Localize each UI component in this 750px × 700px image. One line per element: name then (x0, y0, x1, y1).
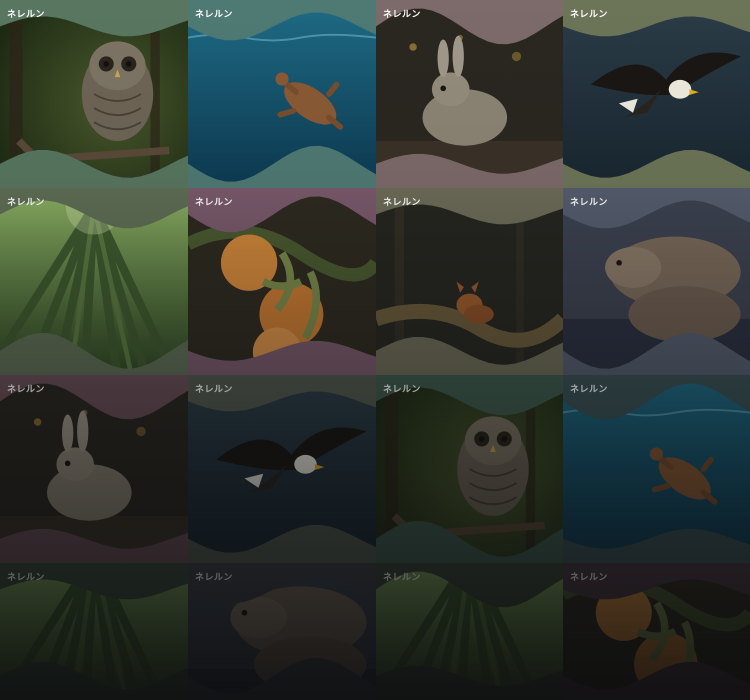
gallery-tile-owl[interactable]: ネレルン (0, 0, 188, 188)
wave-bottom-decoration (563, 528, 750, 563)
gallery-tile-bamboo[interactable]: ネレルン (0, 188, 188, 375)
wave-bottom-decoration (376, 521, 563, 563)
gallery-tile-owl[interactable]: ネレルン (376, 375, 563, 563)
tile-label: ネレルン (383, 573, 421, 583)
tile-label: ネレルン (195, 385, 233, 395)
tile-label: ネレルン (195, 10, 233, 20)
gallery-tile-bamboo[interactable]: ネレルン (0, 563, 188, 700)
wave-bottom-decoration (0, 333, 188, 375)
wave-bottom-decoration (376, 337, 563, 375)
wave-bottom-decoration (188, 145, 376, 188)
tile-label: ネレルン (383, 198, 421, 208)
wave-bottom-decoration (188, 524, 376, 563)
gallery-tile-oranges[interactable]: ネレルン (563, 563, 750, 700)
tile-label: ネレルン (195, 573, 233, 583)
photo-gallery-grid: ネレルン ネレルン ネレルン ネレルン ネレルン ネレルン ネレルン ネレルン … (0, 0, 750, 700)
wave-bottom-decoration (0, 528, 188, 563)
gallery-tile-turtle[interactable]: ネレルン (188, 0, 376, 188)
wave-bottom-decoration (563, 661, 750, 700)
tile-label: ネレルン (7, 573, 45, 583)
wave-bottom-decoration (0, 662, 188, 700)
gallery-tile-fox[interactable]: ネレルン (376, 188, 563, 375)
wave-bottom-decoration (376, 665, 563, 700)
tile-label: ネレルン (570, 573, 608, 583)
tile-label: ネレルン (195, 198, 233, 208)
wave-bottom-decoration (188, 657, 376, 700)
tile-label: ネレルン (570, 198, 608, 208)
gallery-tile-rabbit[interactable]: ネレルン (0, 375, 188, 563)
tile-label: ネレルン (383, 10, 421, 20)
tile-label: ネレルン (570, 10, 608, 20)
wave-bottom-decoration (563, 149, 750, 188)
gallery-tile-turtle[interactable]: ネレルン (563, 375, 750, 563)
gallery-tile-otters[interactable]: ネレルン (188, 563, 376, 700)
wave-bottom-decoration (376, 153, 563, 188)
wave-bottom-decoration (0, 150, 188, 188)
gallery-tile-rabbit[interactable]: ネレルン (376, 0, 563, 188)
tile-label: ネレルン (7, 198, 45, 208)
gallery-tile-bamboo[interactable]: ネレルン (376, 563, 563, 700)
gallery-tile-otters[interactable]: ネレルン (563, 188, 750, 375)
tile-label: ネレルン (383, 385, 421, 395)
wave-bottom-decoration (563, 332, 750, 375)
gallery-tile-oranges[interactable]: ネレルン (188, 188, 376, 375)
gallery-tile-eagle[interactable]: ネレルン (563, 0, 750, 188)
tile-label: ネレルン (7, 385, 45, 395)
tile-label: ネレルン (7, 10, 45, 20)
tile-label: ネレルン (570, 385, 608, 395)
gallery-tile-eagle[interactable]: ネレルン (188, 375, 376, 563)
wave-bottom-decoration (188, 340, 376, 375)
